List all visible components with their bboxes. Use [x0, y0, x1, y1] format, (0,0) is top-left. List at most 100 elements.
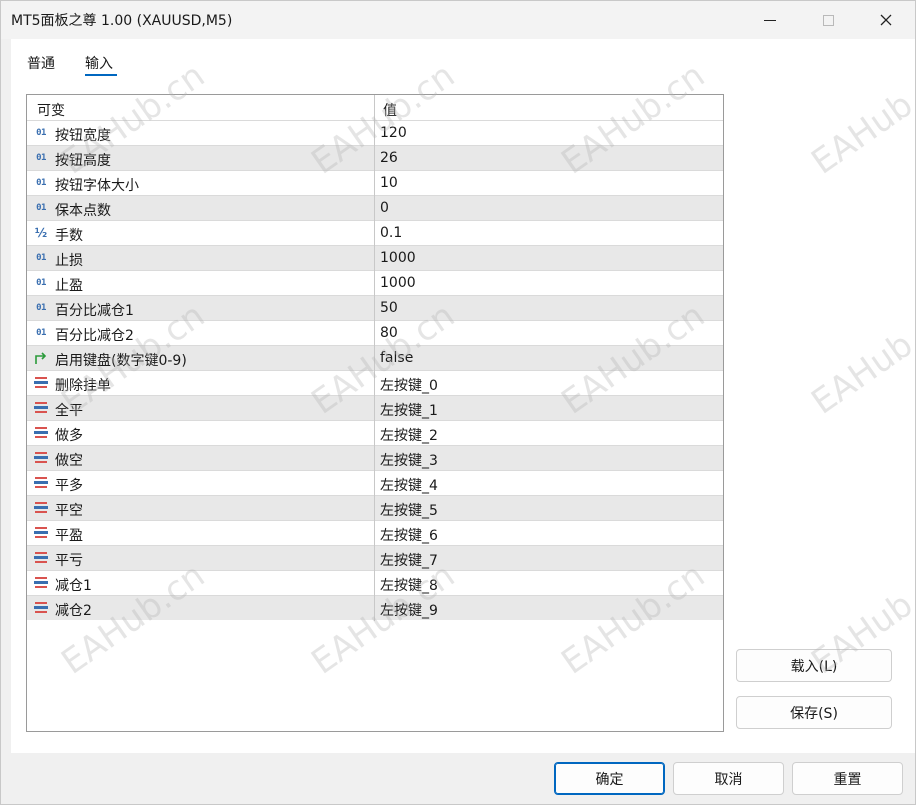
- row-value[interactable]: 左按键_1: [380, 400, 438, 420]
- table-row[interactable]: 平盈 左按键_6: [27, 520, 723, 545]
- table-row[interactable]: 01 保本点数 0: [27, 195, 723, 220]
- tab-general[interactable]: 普通: [27, 53, 55, 73]
- cancel-button[interactable]: 取消: [673, 762, 784, 795]
- enum-icon: [33, 576, 49, 590]
- enum-icon: [33, 426, 49, 440]
- save-button[interactable]: 保存(S): [736, 696, 892, 729]
- row-name: 平亏: [55, 553, 83, 569]
- title-bar: MT5面板之尊 1.00 (XAUUSD,M5): [1, 1, 915, 39]
- row-value[interactable]: 0.1: [380, 225, 402, 241]
- close-button[interactable]: [857, 1, 915, 39]
- row-name: 按钮高度: [55, 153, 111, 169]
- row-value[interactable]: 1000: [380, 250, 416, 266]
- enum-icon: [33, 601, 49, 615]
- table-row[interactable]: 平空 左按键_5: [27, 495, 723, 520]
- row-name: 减仓2: [55, 603, 92, 619]
- row-name: 做空: [55, 453, 83, 469]
- enum-icon: [33, 401, 49, 415]
- table-row[interactable]: 平多 左按键_4: [27, 470, 723, 495]
- row-name: 减仓1: [55, 578, 92, 594]
- load-button[interactable]: 载入(L): [736, 649, 892, 682]
- row-value[interactable]: 左按键_3: [380, 450, 438, 470]
- column-separator[interactable]: [374, 95, 375, 621]
- table-row[interactable]: 01 止损 1000: [27, 245, 723, 270]
- watermark-text: EAHub.cn: [804, 55, 916, 183]
- table-row[interactable]: 01 百分比减仓2 80: [27, 320, 723, 345]
- active-tab-indicator: [85, 74, 117, 76]
- enum-icon: [33, 526, 49, 540]
- row-name: 启用键盘(数字键0-9): [55, 353, 187, 369]
- grid-header: 可变 值: [27, 95, 723, 120]
- window-title: MT5面板之尊 1.00 (XAUUSD,M5): [11, 13, 233, 29]
- watermark-text: EAHub.cn: [804, 295, 916, 423]
- table-row[interactable]: 01 按钮宽度 120: [27, 120, 723, 145]
- row-name: 百分比减仓2: [55, 328, 134, 344]
- row-name: 按钮宽度: [55, 128, 111, 144]
- double-icon: ½: [34, 226, 48, 240]
- table-row[interactable]: 01 按钮字体大小 10: [27, 170, 723, 195]
- dialog-client: 普通 输入 可变 值 01 按钮宽度 120 01 按钮高度 26 01 按钮字体大小 10 01…: [11, 39, 916, 753]
- row-name: 保本点数: [55, 203, 111, 219]
- table-row[interactable]: 减仓1 左按键_8: [27, 570, 723, 595]
- dialog-window: MT5面板之尊 1.00 (XAUUSD,M5) 普通 输入 可变 值 01 按钮…: [0, 0, 916, 805]
- row-value[interactable]: 左按键_6: [380, 525, 438, 545]
- maximize-icon: [822, 14, 834, 26]
- maximize-button: [799, 1, 857, 39]
- reset-button[interactable]: 重置: [792, 762, 903, 795]
- table-row[interactable]: 减仓2 左按键_9: [27, 595, 723, 620]
- table-row[interactable]: ½ 手数 0.1: [27, 220, 723, 245]
- row-name: 按钮字体大小: [55, 178, 139, 194]
- enum-icon: [33, 551, 49, 565]
- minimize-icon: [764, 19, 776, 21]
- row-value[interactable]: 左按键_4: [380, 475, 438, 495]
- table-row[interactable]: 01 止盈 1000: [27, 270, 723, 295]
- row-value[interactable]: 左按键_2: [380, 425, 438, 445]
- table-row[interactable]: 做空 左按键_3: [27, 445, 723, 470]
- int-icon: 01: [36, 328, 46, 338]
- row-value[interactable]: 左按键_9: [380, 600, 438, 620]
- row-name: 止损: [55, 253, 83, 269]
- header-variable[interactable]: 可变: [37, 100, 65, 120]
- table-row[interactable]: 01 百分比减仓1 50: [27, 295, 723, 320]
- row-value[interactable]: 左按键_8: [380, 575, 438, 595]
- enum-icon: [33, 501, 49, 515]
- header-value[interactable]: 值: [383, 100, 397, 120]
- table-row[interactable]: 做多 左按键_2: [27, 420, 723, 445]
- row-value[interactable]: 左按键_0: [380, 375, 438, 395]
- ok-button[interactable]: 确定: [554, 762, 665, 795]
- row-name: 平盈: [55, 528, 83, 544]
- tab-inputs[interactable]: 输入: [85, 53, 113, 73]
- row-value[interactable]: 120: [380, 125, 407, 141]
- row-name: 删除挂单: [55, 378, 111, 394]
- row-name: 全平: [55, 403, 83, 419]
- row-value[interactable]: 左按键_7: [380, 550, 438, 570]
- enum-icon: [33, 451, 49, 465]
- enum-icon: [33, 476, 49, 490]
- table-row[interactable]: 平亏 左按键_7: [27, 545, 723, 570]
- row-name: 手数: [55, 228, 83, 244]
- row-name: 百分比减仓1: [55, 303, 134, 319]
- row-value[interactable]: false: [380, 350, 413, 366]
- table-row[interactable]: 全平 左按键_1: [27, 395, 723, 420]
- row-value[interactable]: 0: [380, 200, 389, 216]
- int-icon: 01: [36, 253, 46, 263]
- row-name: 平多: [55, 478, 83, 494]
- inputs-grid[interactable]: 可变 值 01 按钮宽度 120 01 按钮高度 26 01 按钮字体大小 10 01 保本点数 0 ½…: [26, 94, 724, 732]
- int-icon: 01: [36, 128, 46, 138]
- row-value[interactable]: 1000: [380, 275, 416, 291]
- row-value[interactable]: 26: [380, 150, 398, 166]
- minimize-button[interactable]: [741, 1, 799, 39]
- table-row[interactable]: 启用键盘(数字键0-9) false: [27, 345, 723, 370]
- row-name: 做多: [55, 428, 83, 444]
- row-value[interactable]: 50: [380, 300, 398, 316]
- row-name: 止盈: [55, 278, 83, 294]
- int-icon: 01: [36, 153, 46, 163]
- table-row[interactable]: 01 按钮高度 26: [27, 145, 723, 170]
- row-value[interactable]: 左按键_5: [380, 500, 438, 520]
- row-value[interactable]: 10: [380, 175, 398, 191]
- int-icon: 01: [36, 203, 46, 213]
- row-value[interactable]: 80: [380, 325, 398, 341]
- table-row[interactable]: 删除挂单 左按键_0: [27, 370, 723, 395]
- bool-icon: [33, 351, 49, 365]
- row-name: 平空: [55, 503, 83, 519]
